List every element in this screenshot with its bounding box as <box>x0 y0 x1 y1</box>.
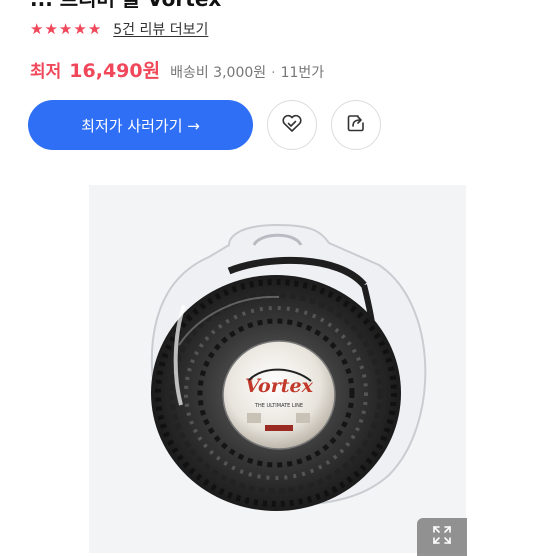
share-icon <box>344 111 368 139</box>
star-icon: ★ <box>58 19 73 38</box>
seller-name: 11번가 <box>280 65 325 81</box>
product-image[interactable]: Vortex THE ULTIMATE LINE <box>89 185 466 553</box>
shipping-fee: 배송비 3,000원 <box>170 65 267 81</box>
trimmer-line-spool-image: Vortex THE ULTIMATE LINE <box>150 223 427 511</box>
star-icon: ★ <box>87 19 102 38</box>
star-icon: ★ <box>73 19 87 38</box>
star-icon: ★ <box>30 19 44 38</box>
buy-lowest-price-button[interactable]: 최저가 사러가기 → <box>28 100 253 150</box>
expand-image-button[interactable] <box>417 518 467 556</box>
like-button[interactable] <box>267 100 317 150</box>
review-more-link[interactable]: 5건 리뷰 더보기 <box>113 19 208 39</box>
label-subtitle: THE ULTIMATE LINE <box>254 403 303 409</box>
separator-dot: · <box>271 65 276 81</box>
price-value: 16,490원 <box>69 60 161 82</box>
share-button[interactable] <box>331 100 381 150</box>
fullscreen-icon <box>431 524 453 550</box>
price-prefix: 최저 <box>30 62 62 82</box>
star-icon: ★ <box>44 19 58 38</box>
rating-row: ★ ★ ★ ★ ★ 5건 리뷰 더보기 <box>30 18 208 40</box>
brand-logo-text: Vortex <box>245 375 314 397</box>
price-row: 최저 16,490원 배송비 3,000원 · 11번가 <box>30 56 324 84</box>
star-rating: ★ ★ ★ ★ ★ <box>30 19 102 38</box>
heart-icon <box>280 111 304 139</box>
product-title: ... 트리머 줄 Vortex <box>30 0 530 8</box>
